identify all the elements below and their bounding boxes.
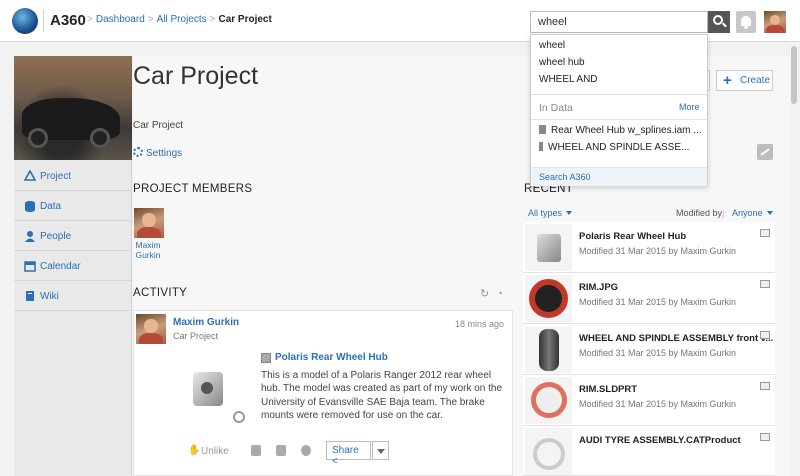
- project-description: Car Project: [133, 120, 184, 131]
- bell-icon: [741, 16, 751, 26]
- recent-item[interactable]: Polaris Rear Wheel Hub Modified 31 Mar 2…: [523, 222, 775, 273]
- tag-icon[interactable]: [276, 445, 286, 456]
- sidebar-item-people[interactable]: People: [14, 221, 132, 251]
- modified-by-label: Modified by: [676, 208, 723, 218]
- recent-item[interactable]: RIM.JPG Modified 31 Mar 2015 by Maxim Gu…: [523, 273, 775, 324]
- divider: [531, 119, 707, 120]
- brand-name[interactable]: A360: [50, 12, 86, 29]
- assembly-file-icon: [539, 125, 546, 134]
- share-button[interactable]: Share <: [326, 441, 371, 467]
- sidebar-item-calendar[interactable]: Calendar: [14, 251, 132, 281]
- member-name[interactable]: Maxim Gurkin: [133, 240, 163, 260]
- search-result-file[interactable]: WHEEL AND SPINDLE ASSE...: [539, 142, 689, 153]
- activity-item-link[interactable]: Polaris Rear Wheel Hub: [275, 352, 388, 363]
- part-file-icon: [539, 142, 543, 151]
- recent-item[interactable]: WHEEL AND SPINDLE ASSEMBLY front v... Mo…: [523, 324, 775, 375]
- modified-by-filter[interactable]: Anyone: [732, 208, 773, 218]
- recent-item[interactable]: RIM.SLDPRT Modified 31 Mar 2015 by Maxim…: [523, 375, 775, 426]
- database-icon: [25, 201, 35, 212]
- divider: [531, 94, 707, 95]
- activity-timestamp: 18 mins ago: [455, 319, 505, 329]
- file-type-icon: [760, 331, 770, 339]
- type-filter[interactable]: All types: [528, 208, 573, 218]
- search-result-file[interactable]: Rear Wheel Hub w_splines.iam ...: [539, 125, 702, 136]
- user-avatar[interactable]: [764, 11, 786, 33]
- settings-link[interactable]: Settings: [133, 147, 182, 159]
- person-icon: [25, 231, 35, 242]
- chevron-down-icon: [766, 211, 773, 215]
- sidebar-item-label: Project: [40, 171, 72, 182]
- zoom-icon[interactable]: [233, 411, 245, 423]
- book-icon: [26, 291, 34, 301]
- share-icon: <: [332, 456, 338, 467]
- activity-project: Car Project: [173, 331, 219, 341]
- search-a360-link[interactable]: Search A360: [531, 167, 707, 186]
- members-heading: PROJECT MEMBERS: [133, 183, 253, 195]
- item-thumbnail: [525, 224, 572, 271]
- item-thumbnail: [525, 428, 572, 475]
- activity-tools: ↻ ◔: [480, 287, 503, 300]
- calendar-icon: [24, 261, 36, 272]
- breadcrumb-dashboard[interactable]: Dashboard: [96, 14, 145, 25]
- project-icon: [24, 170, 36, 181]
- image-file-icon: [760, 280, 770, 288]
- sidebar-item-label: Wiki: [40, 291, 59, 302]
- pulse-icon: [760, 148, 770, 156]
- create-button[interactable]: + Create: [716, 70, 773, 91]
- activity-pulse-button[interactable]: [757, 144, 773, 160]
- member-avatar[interactable]: [134, 208, 164, 238]
- project-image: [14, 56, 132, 160]
- search-input[interactable]: [530, 11, 708, 33]
- breadcrumb: > Dashboard > All Projects > Car Project: [87, 14, 272, 25]
- item-thumbnail: [525, 326, 572, 373]
- recent-item[interactable]: AUDI TYRE ASSEMBLY.CATProduct: [523, 426, 775, 476]
- breadcrumb-all-projects[interactable]: All Projects: [157, 14, 207, 25]
- sidebar-item-label: Data: [40, 201, 62, 212]
- breadcrumb-current: Car Project: [218, 14, 272, 25]
- unlike-button[interactable]: Unlike: [201, 446, 229, 457]
- page-scrollbar[interactable]: [790, 44, 798, 476]
- rss-icon[interactable]: ◔: [496, 288, 503, 300]
- refresh-icon[interactable]: ↻: [480, 288, 489, 300]
- sidebar-item-label: Calendar: [40, 261, 81, 272]
- file-type-icon: [760, 433, 770, 441]
- document-icon[interactable]: [251, 445, 261, 456]
- item-thumbnail: [525, 377, 572, 424]
- divider: [43, 10, 44, 32]
- suggestion-item[interactable]: wheel hub: [539, 57, 585, 68]
- scrollbar-thumb[interactable]: [791, 46, 797, 104]
- info-icon[interactable]: [301, 445, 311, 456]
- sidebar-item-label: People: [40, 231, 72, 242]
- sidebar-item-wiki[interactable]: Wiki: [14, 281, 132, 311]
- activity-heading: ACTIVITY: [133, 287, 188, 299]
- search-suggestions-dropdown: wheel wheel hub WHEEL AND In Data More R…: [530, 34, 708, 186]
- more-link[interactable]: More: [679, 102, 700, 112]
- activity-user-link[interactable]: Maxim Gurkin: [173, 317, 239, 328]
- suggestion-item[interactable]: wheel: [539, 40, 565, 51]
- item-thumbnail: [525, 275, 572, 322]
- image-file-icon: [760, 382, 770, 390]
- chevron-down-icon: [566, 211, 573, 215]
- file-type-icon: [760, 229, 770, 237]
- page-title: Car Project: [133, 62, 259, 90]
- suggestion-item[interactable]: WHEEL AND: [539, 74, 598, 85]
- activity-description: This is a model of a Polaris Ranger 2012…: [261, 370, 503, 422]
- thumbs-up-icon: ✋: [188, 445, 201, 456]
- item-thumbnail[interactable]: [187, 368, 231, 412]
- sidebar-item-project[interactable]: Project: [14, 161, 132, 191]
- part-file-icon: [261, 353, 271, 363]
- notifications-button[interactable]: [736, 11, 756, 33]
- share-dropdown-button[interactable]: [372, 441, 389, 460]
- divider: |: [722, 208, 725, 218]
- gear-icon: [133, 147, 143, 157]
- search-button[interactable]: [708, 11, 730, 33]
- plus-icon: +: [723, 72, 732, 89]
- a360-logo-icon[interactable]: [12, 8, 38, 34]
- activity-actions: ✋ Unlike Share <: [133, 440, 513, 467]
- sidebar-item-data[interactable]: Data: [14, 191, 132, 221]
- in-data-section-label: In Data: [539, 102, 573, 114]
- activity-user-avatar[interactable]: [136, 314, 166, 344]
